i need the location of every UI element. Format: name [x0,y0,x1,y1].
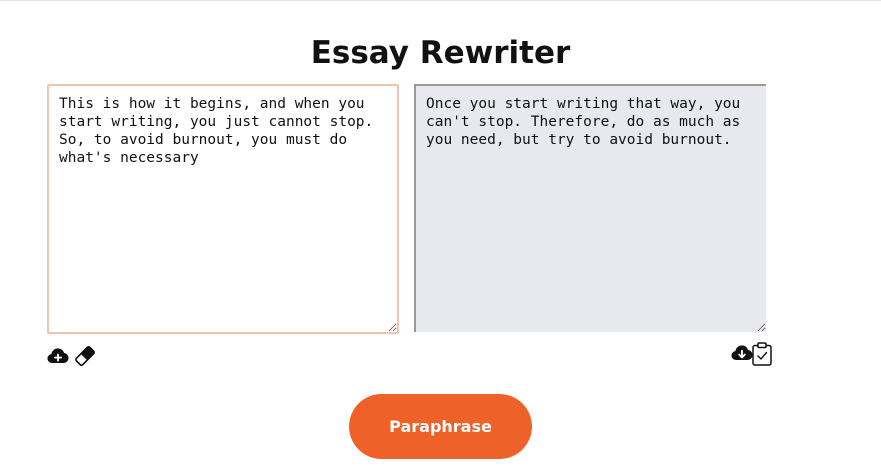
eraser-icon[interactable] [74,346,96,366]
page-title: Essay Rewriter [310,34,571,71]
cloud-download-icon[interactable] [731,343,753,361]
clipboard-check-icon[interactable] [751,342,773,366]
paraphrase-button[interactable]: Paraphrase [349,394,532,459]
output-text-area[interactable]: Once you start writing that way, you can… [414,84,766,332]
top-divider [0,0,881,1]
input-text-area[interactable]: This is how it begins, and when you star… [47,84,399,334]
cloud-upload-icon[interactable] [47,346,69,364]
